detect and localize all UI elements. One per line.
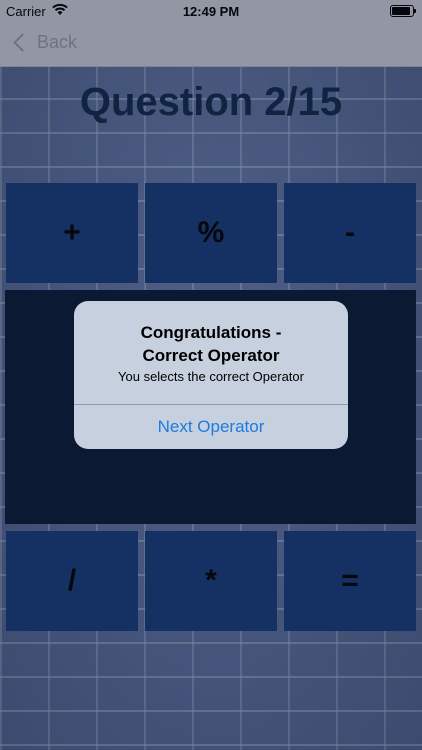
next-operator-button[interactable]: Next Operator (74, 405, 348, 449)
alert-dialog: Congratulations - Correct Operator You s… (74, 301, 348, 449)
alert-title: Congratulations - Correct Operator (74, 321, 348, 367)
alert-title-line-2: Correct Operator (142, 346, 280, 365)
alert-title-line-1: Congratulations - (140, 323, 282, 342)
alert-message: You selects the correct Operator (118, 369, 304, 384)
